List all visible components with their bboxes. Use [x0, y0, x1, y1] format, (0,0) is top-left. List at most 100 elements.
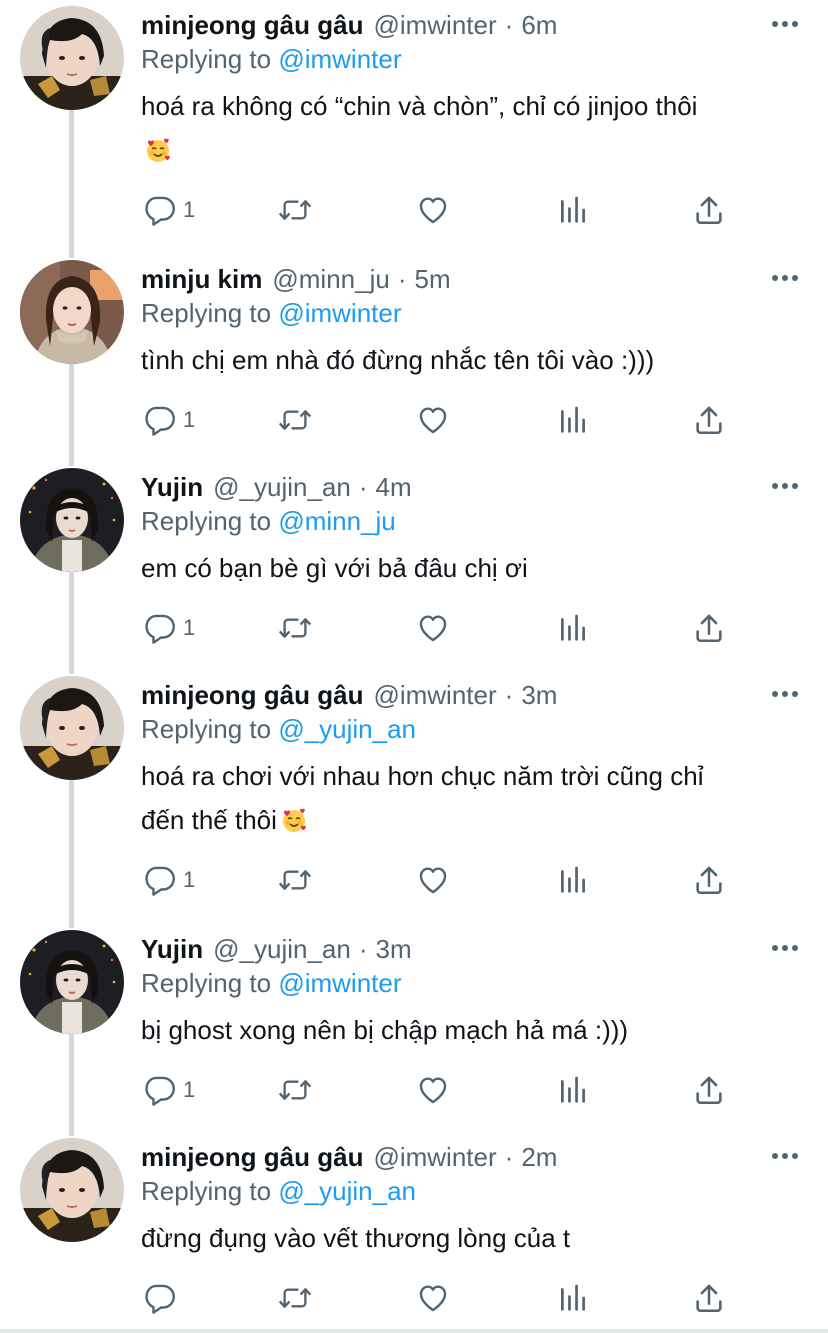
display-name[interactable]: minjeong gâu gâu — [141, 8, 363, 42]
username-handle[interactable]: @_yujin_an — [213, 932, 351, 966]
tweet-header: Yujin @_yujin_an · 3m — [141, 932, 412, 966]
username-handle[interactable]: @imwinter — [373, 1140, 496, 1174]
share-icon — [692, 1073, 726, 1107]
more-icon[interactable] — [772, 1152, 798, 1160]
timestamp[interactable]: 5m — [414, 262, 450, 296]
analytics-icon — [556, 1281, 590, 1315]
share-button[interactable] — [692, 190, 726, 230]
reply-count: 1 — [183, 407, 196, 432]
like-button[interactable] — [416, 1278, 450, 1318]
tweet-text-line: em có bạn bè gì với bả đâu chị ơi — [141, 546, 801, 590]
share-icon — [692, 863, 726, 897]
analytics-button[interactable] — [556, 400, 590, 440]
display-name[interactable]: Yujin — [141, 932, 203, 966]
timestamp[interactable]: 3m — [521, 678, 557, 712]
share-button[interactable] — [692, 1278, 726, 1318]
avatar[interactable] — [20, 930, 124, 1034]
replying-to-mention[interactable]: @imwinter — [278, 968, 401, 998]
tweet[interactable]: minju kim @minn_ju · 5m Replying to @imwinte… — [0, 254, 828, 454]
timestamp[interactable]: 3m — [376, 932, 412, 966]
more-icon[interactable] — [772, 20, 798, 28]
tweet-header: minjeong gâu gâu @imwinter · 6m — [141, 8, 557, 42]
tweet[interactable]: minjeong gâu gâu @imwinter · 3m Replying to … — [0, 670, 828, 896]
replying-to-mention[interactable]: @_yujin_an — [278, 714, 416, 744]
tweet[interactable]: minjeong gâu gâu @imwinter · 2m Replying to … — [0, 1132, 828, 1332]
tweet-text-segment: tình chị em nhà đó đừng nhắc tên tôi vào… — [141, 345, 655, 375]
heart-icon — [416, 863, 450, 897]
replying-to-mention[interactable]: @minn_ju — [278, 506, 395, 536]
more-icon[interactable] — [772, 690, 798, 698]
analytics-button[interactable] — [556, 860, 590, 900]
reply-icon — [143, 193, 177, 227]
reply-button[interactable]: 1 — [143, 860, 195, 900]
tweet-actions: 1 — [0, 400, 828, 440]
replying-to-mention[interactable]: @imwinter — [278, 298, 401, 328]
analytics-icon — [556, 611, 590, 645]
retweet-button[interactable] — [277, 190, 313, 230]
retweet-button[interactable] — [277, 400, 313, 440]
analytics-icon — [556, 863, 590, 897]
share-button[interactable] — [692, 1070, 726, 1110]
tweet-text-line: tình chị em nhà đó đừng nhắc tên tôi vào… — [141, 338, 801, 382]
tweet-header: minjeong gâu gâu @imwinter · 2m — [141, 1140, 557, 1174]
display-name[interactable]: minju kim — [141, 262, 262, 296]
display-name[interactable]: minjeong gâu gâu — [141, 678, 363, 712]
tweet[interactable]: Yujin @_yujin_an · 4m Replying to @minn_ju em… — [0, 462, 828, 662]
username-handle[interactable]: @_yujin_an — [213, 470, 351, 504]
analytics-button[interactable] — [556, 190, 590, 230]
more-icon[interactable] — [772, 274, 798, 282]
avatar[interactable] — [20, 468, 124, 572]
reply-count: 1 — [183, 615, 196, 640]
display-name[interactable]: minjeong gâu gâu — [141, 1140, 363, 1174]
analytics-button[interactable] — [556, 608, 590, 648]
retweet-button[interactable] — [277, 860, 313, 900]
avatar[interactable] — [20, 1138, 124, 1242]
tweet-text-segment: em có bạn bè gì với bả đâu chị ơi — [141, 553, 528, 583]
reply-button[interactable]: 1 — [143, 608, 195, 648]
retweet-button[interactable] — [277, 608, 313, 648]
analytics-button[interactable] — [556, 1070, 590, 1110]
replying-to-line: Replying to @_yujin_an — [141, 712, 416, 746]
heart-icon — [416, 611, 450, 645]
retweet-button[interactable] — [277, 1070, 313, 1110]
more-icon[interactable] — [772, 482, 798, 490]
username-handle[interactable]: @imwinter — [373, 678, 496, 712]
reply-button[interactable]: 1 — [143, 190, 195, 230]
tweet[interactable]: Yujin @_yujin_an · 3m Replying to @imwinter b… — [0, 924, 828, 1124]
reply-button[interactable]: 1 — [143, 400, 195, 440]
analytics-icon — [556, 1073, 590, 1107]
avatar[interactable] — [20, 260, 124, 364]
retweet-icon — [277, 863, 313, 897]
tweet-actions: 1 — [0, 860, 828, 900]
timestamp[interactable]: 2m — [521, 1140, 557, 1174]
username-handle[interactable]: @imwinter — [373, 8, 496, 42]
like-button[interactable] — [416, 1070, 450, 1110]
share-button[interactable] — [692, 608, 726, 648]
share-icon — [692, 1281, 726, 1315]
replying-to-mention[interactable]: @_yujin_an — [278, 1176, 416, 1206]
more-icon[interactable] — [772, 944, 798, 952]
retweet-button[interactable] — [277, 1278, 313, 1318]
tweet-header: minju kim @minn_ju · 5m — [141, 262, 451, 296]
like-button[interactable] — [416, 400, 450, 440]
timestamp[interactable]: 6m — [521, 8, 557, 42]
avatar[interactable] — [20, 676, 124, 780]
like-button[interactable] — [416, 608, 450, 648]
like-button[interactable] — [416, 860, 450, 900]
replying-to-label: Replying to — [141, 44, 272, 74]
avatar[interactable] — [20, 6, 124, 110]
replying-to-mention[interactable]: @imwinter — [278, 44, 401, 74]
tweet[interactable]: minjeong gâu gâu @imwinter · 6m Replying to … — [0, 0, 828, 226]
reply-button[interactable] — [143, 1278, 183, 1318]
timestamp[interactable]: 4m — [376, 470, 412, 504]
share-button[interactable] — [692, 400, 726, 440]
display-name[interactable]: Yujin — [141, 470, 203, 504]
separator-dot: · — [504, 680, 514, 710]
reply-button[interactable]: 1 — [143, 1070, 195, 1110]
like-button[interactable] — [416, 190, 450, 230]
username-handle[interactable]: @minn_ju — [272, 262, 389, 296]
separator-dot: · — [504, 10, 514, 40]
analytics-button[interactable] — [556, 1278, 590, 1318]
share-button[interactable] — [692, 860, 726, 900]
reply-count: 1 — [183, 1077, 196, 1102]
